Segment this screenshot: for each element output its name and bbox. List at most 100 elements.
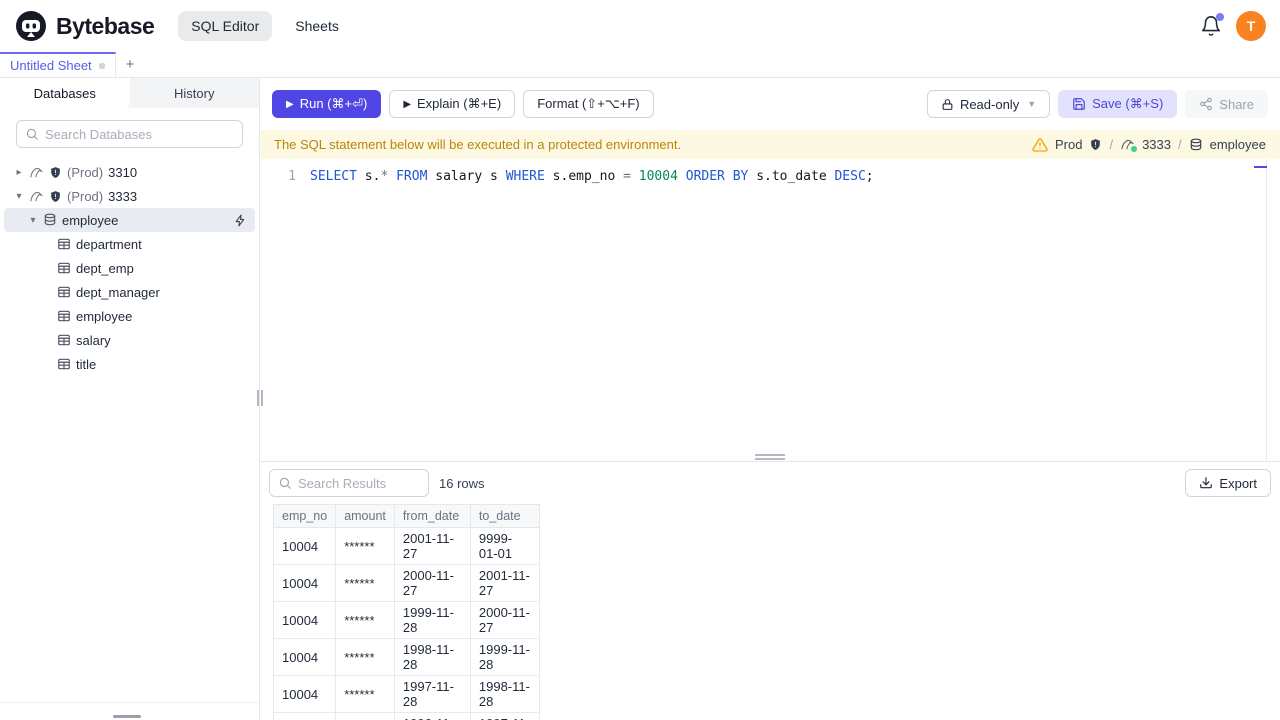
tree-item-3333[interactable]: ▾ (Prod) 3333 bbox=[4, 184, 255, 208]
lock-icon bbox=[941, 98, 954, 111]
instance-name: 3333 bbox=[108, 188, 138, 204]
code-line[interactable]: 1 SELECT s.* FROM salary s WHERE s.emp_n… bbox=[260, 159, 1280, 186]
brand-name: Bytebase bbox=[56, 12, 155, 39]
tree-item-employee[interactable]: ▾ employee bbox=[4, 208, 255, 232]
notification-bell-icon[interactable] bbox=[1200, 13, 1224, 37]
table-row[interactable]: 10004******1996-11-281997-11-28 bbox=[272, 712, 540, 720]
tree-item-dept_manager[interactable]: dept_manager bbox=[4, 280, 255, 304]
results-table: emp_no amount from_date to_date 10004 ******… bbox=[272, 504, 540, 720]
editor-overview-ruler[interactable] bbox=[1254, 159, 1267, 461]
results-body: 10004 ****** 2001-11-27 9999-01-01 10004 ****… bbox=[272, 527, 540, 720]
avatar[interactable]: T bbox=[1236, 11, 1266, 41]
sql-token-keyword: WHERE bbox=[505, 169, 545, 184]
tab-untitled-sheet[interactable]: Untitled Sheet bbox=[0, 52, 116, 77]
cell-from_date: 2000-11-27 bbox=[393, 564, 471, 602]
cell-amount: ****** bbox=[335, 564, 395, 602]
chevron-right-icon[interactable]: ▸ bbox=[14, 167, 24, 178]
table-name: salary bbox=[76, 332, 111, 348]
sidebar-hscrollbar[interactable] bbox=[113, 715, 141, 718]
cell-to_date: 2000-11-27 bbox=[469, 601, 540, 639]
table-row[interactable]: 10004 ****** 2000-11-27 2001-11-27 bbox=[272, 564, 540, 602]
results-resize-handle[interactable] bbox=[755, 454, 785, 460]
chevron-down-icon[interactable]: ▾ bbox=[28, 215, 38, 226]
search-icon bbox=[278, 476, 292, 490]
tree-item-department[interactable]: department bbox=[4, 232, 255, 256]
protected-env-banner: The SQL statement below will be executed… bbox=[260, 130, 1280, 159]
cell-amount: ****** bbox=[335, 712, 395, 720]
row-count: 16 rows bbox=[439, 475, 485, 491]
database-icon bbox=[1189, 138, 1203, 152]
shield-icon bbox=[49, 166, 62, 179]
instance-label[interactable]: 3333 bbox=[1142, 137, 1171, 152]
export-button[interactable]: Export bbox=[1185, 469, 1271, 497]
sql-token-keyword: FROM bbox=[396, 169, 428, 184]
sql-token-ident: salary s bbox=[427, 169, 506, 184]
cell-emp_no: 10004 bbox=[272, 601, 337, 639]
bytebase-logo-icon bbox=[14, 9, 48, 43]
column-header-amount[interactable]: amount bbox=[335, 504, 395, 528]
table-icon bbox=[57, 285, 71, 299]
sidebar-resize-handle[interactable] bbox=[257, 390, 263, 406]
cell-emp_no: 10004 bbox=[272, 527, 337, 565]
table-name: title bbox=[76, 356, 97, 372]
table-name: dept_emp bbox=[76, 260, 134, 276]
results-panel: 16 rows Export emp_noamountfrom_dateto_d… bbox=[260, 461, 1280, 720]
new-sheet-button[interactable]: + bbox=[116, 52, 145, 77]
save-button[interactable]: Save (⌘+S) bbox=[1058, 90, 1178, 118]
table-row[interactable]: 10004 ****** 1999-11-28 2000-11-27 bbox=[272, 601, 540, 639]
table-name: employee bbox=[76, 308, 133, 324]
column-header-to_date[interactable]: to_date bbox=[469, 504, 540, 528]
database-label[interactable]: employee bbox=[1210, 137, 1266, 152]
sql-token-number: 10004 bbox=[638, 169, 678, 184]
save-icon bbox=[1072, 97, 1086, 111]
sql-token-operator: = bbox=[623, 169, 631, 184]
play-icon: ▶ bbox=[403, 98, 412, 110]
shield-icon bbox=[1089, 138, 1102, 151]
cell-to_date: 1999-11-28 bbox=[469, 638, 540, 676]
tree-item-3310[interactable]: ▸ (Prod) 3310 bbox=[4, 160, 255, 184]
database-name: employee bbox=[62, 212, 119, 228]
connect-bolt-icon[interactable] bbox=[234, 214, 247, 227]
sql-editor[interactable]: 1 SELECT s.* FROM salary s WHERE s.emp_n… bbox=[260, 159, 1280, 461]
sheet-tab-label: Untitled Sheet bbox=[10, 58, 92, 73]
cell-amount: ****** bbox=[335, 675, 395, 713]
nav-sql-editor[interactable]: SQL Editor bbox=[178, 11, 273, 41]
results-search-input[interactable] bbox=[298, 475, 420, 491]
explain-button[interactable]: ▶ Explain (⌘+E) bbox=[389, 90, 516, 118]
app-header: Bytebase SQL Editor Sheets T bbox=[0, 0, 1280, 52]
column-header-from_date[interactable]: from_date bbox=[393, 504, 471, 528]
table-icon bbox=[57, 357, 71, 371]
column-header-emp_no[interactable]: emp_no bbox=[272, 504, 337, 528]
run-button[interactable]: ▶ Run (⌘+⏎) bbox=[272, 90, 382, 118]
nav-sheets[interactable]: Sheets bbox=[282, 11, 352, 41]
cell-emp_no: 10004 bbox=[272, 564, 337, 602]
database-icon bbox=[43, 213, 57, 227]
sql-code[interactable]: SELECT s.* FROM salary s WHERE s.emp_no … bbox=[310, 167, 874, 186]
table-row[interactable]: 10004 ****** 2001-11-27 9999-01-01 bbox=[272, 527, 540, 565]
table-row[interactable]: 10004 ****** 1997-11-28 1998-11-28 bbox=[272, 675, 540, 713]
main-panel: ▶ Run (⌘+⏎) ▶ Explain (⌘+E) Format (⇧+⌥+… bbox=[260, 78, 1280, 720]
table-icon bbox=[57, 261, 71, 275]
share-button[interactable]: Share bbox=[1185, 90, 1268, 118]
tree-item-title[interactable]: title bbox=[4, 352, 255, 376]
tree-item-dept_emp[interactable]: dept_emp bbox=[4, 256, 255, 280]
results-header-row: emp_no amount from_date to_date bbox=[272, 504, 540, 528]
sql-token-ident: ; bbox=[865, 169, 874, 184]
format-button[interactable]: Format (⇧+⌥+F) bbox=[523, 90, 654, 118]
cell-from_date: 2001-11-27 bbox=[393, 527, 471, 565]
brand[interactable]: Bytebase bbox=[14, 9, 155, 43]
tab-history[interactable]: History bbox=[130, 78, 260, 108]
sql-token-ident bbox=[678, 169, 686, 184]
results-search[interactable] bbox=[269, 469, 429, 497]
tab-databases[interactable]: Databases bbox=[0, 78, 130, 108]
tree-item-employee[interactable]: employee bbox=[4, 304, 255, 328]
readonly-mode-select[interactable]: Read-only ▼ bbox=[926, 90, 1051, 118]
env-label: (Prod) bbox=[67, 188, 104, 204]
instance-name: 3310 bbox=[108, 164, 138, 180]
table-row[interactable]: 10004 ****** 1998-11-28 1999-11-28 bbox=[272, 638, 540, 676]
chevron-down-icon[interactable]: ▾ bbox=[14, 191, 24, 202]
database-search[interactable] bbox=[16, 120, 243, 148]
database-search-input[interactable] bbox=[45, 126, 234, 142]
database-tree: ▸ (Prod) 3310 ▾ (Prod) 3333 ▾ employee departmen… bbox=[0, 156, 259, 720]
tree-item-salary[interactable]: salary bbox=[4, 328, 255, 352]
